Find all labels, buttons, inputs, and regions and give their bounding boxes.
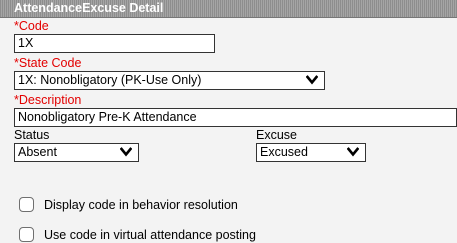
virtual-attendance-label: Use code in virtual attendance posting [44,228,256,242]
excuse-label: Excuse [256,128,297,142]
behavior-resolution-label: Display code in behavior resolution [44,198,238,212]
panel-header: AttendanceExcuse Detail [0,0,457,18]
state-code-select[interactable]: 1X: Nonobligatory (PK-Use Only) [14,71,325,90]
status-select[interactable]: Absent [14,143,139,162]
description-label: *Description [14,93,82,107]
code-label: *Code [14,19,49,33]
virtual-attendance-checkbox[interactable] [19,227,34,242]
excuse-selected-value: Excused [260,145,308,159]
attendance-excuse-detail-panel: AttendanceExcuse Detail *Code 1X *State … [0,0,457,243]
behavior-resolution-checkbox[interactable] [19,197,34,212]
excuse-select[interactable]: Excused [256,143,366,162]
panel-title: AttendanceExcuse Detail [14,1,164,15]
description-input[interactable]: Nonobligatory Pre-K Attendance [14,108,457,127]
code-input[interactable]: 1X [14,34,215,53]
chevron-down-icon [120,147,132,157]
status-label: Status [14,128,50,142]
state-code-selected-value: 1X: Nonobligatory (PK-Use Only) [18,73,202,87]
chevron-down-icon [347,147,359,157]
status-selected-value: Absent [18,145,57,159]
chevron-down-icon [306,75,318,85]
state-code-label: *State Code [14,56,82,70]
